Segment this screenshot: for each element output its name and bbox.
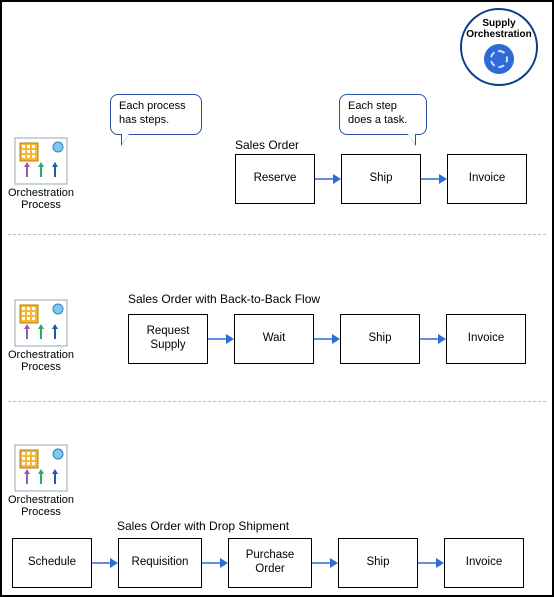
step-invoice-1: Invoice — [447, 154, 527, 204]
orchestration-process-label-2: OrchestrationProcess — [8, 349, 74, 373]
flow-sales-order: Reserve Ship Invoice — [235, 154, 527, 204]
step-ship-2: Ship — [340, 314, 420, 364]
arrow-icon — [312, 557, 338, 569]
section-divider-2 — [8, 401, 546, 402]
flow-b2b: Request Supply Wait Ship Invoice — [128, 314, 526, 364]
arrow-icon — [314, 333, 340, 345]
step-reserve: Reserve — [235, 154, 315, 204]
arrow-icon — [418, 557, 444, 569]
drop-title: Sales Order with Drop Shipment — [117, 519, 289, 533]
orchestration-process-icon-1: OrchestrationProcess — [8, 137, 74, 211]
supply-orchestration-icon — [484, 44, 514, 74]
orchestration-process-label-3: OrchestrationProcess — [8, 494, 74, 518]
step-ship-3: Ship — [338, 538, 418, 588]
badge-line-2: Orchestration — [466, 29, 532, 40]
process-icon — [14, 299, 68, 347]
b2b-title: Sales Order with Back-to-Back Flow — [128, 292, 320, 306]
step-requisition: Requisition — [118, 538, 202, 588]
flow-drop: Schedule Requisition Purchase Order Ship… — [12, 538, 524, 588]
process-icon — [14, 137, 68, 185]
orchestration-process-icon-2: OrchestrationProcess — [8, 299, 74, 373]
step-purchase-order: Purchase Order — [228, 538, 312, 588]
orchestration-process-label-1: OrchestrationProcess — [8, 187, 74, 211]
supply-orchestration-badge: Supply Orchestration — [460, 8, 538, 86]
step-request-supply: Request Supply — [128, 314, 208, 364]
sales-order-title: Sales Order — [235, 138, 299, 152]
diagram-canvas: Supply Orchestration Each process has st… — [0, 0, 554, 597]
arrow-icon — [208, 333, 234, 345]
arrow-icon — [421, 173, 447, 185]
step-invoice-2: Invoice — [446, 314, 526, 364]
step-schedule: Schedule — [12, 538, 92, 588]
op-label-text-2: OrchestrationProcess — [8, 349, 74, 373]
step-ship-1: Ship — [341, 154, 421, 204]
callout-step-does-task: Each step does a task. — [339, 94, 427, 135]
badge-line-1: Supply — [466, 18, 532, 29]
section-divider-1 — [8, 234, 546, 235]
arrow-icon — [315, 173, 341, 185]
op-label-text-1: OrchestrationProcess — [8, 187, 74, 211]
step-invoice-3: Invoice — [444, 538, 524, 588]
op-label-text-3: OrchestrationProcess — [8, 494, 74, 518]
arrow-icon — [92, 557, 118, 569]
callout-process-has-steps-text: Each process has steps. — [119, 100, 186, 126]
step-wait: Wait — [234, 314, 314, 364]
supply-orchestration-ring-icon — [490, 50, 508, 68]
arrow-icon — [420, 333, 446, 345]
process-icon — [14, 444, 68, 492]
callout-process-has-steps: Each process has steps. — [110, 94, 202, 135]
arrow-icon — [202, 557, 228, 569]
orchestration-process-icon-3: OrchestrationProcess — [8, 444, 74, 518]
supply-orchestration-label: Supply Orchestration — [466, 18, 532, 40]
callout-step-does-task-text: Each step does a task. — [348, 100, 407, 126]
